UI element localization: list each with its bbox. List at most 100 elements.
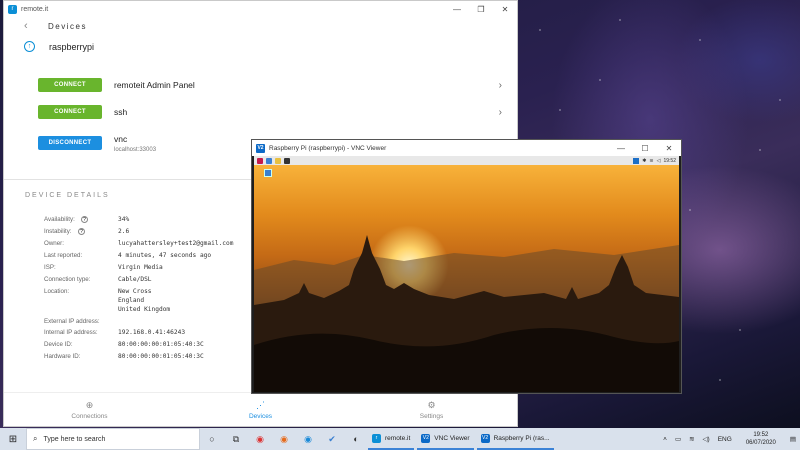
taskbar-app-raspberry-pi[interactable]: V2 Raspberry Pi (ras...: [476, 428, 554, 450]
vnc-tray-icon[interactable]: [633, 157, 640, 164]
nav-label: Connections: [71, 412, 108, 420]
device-header: ↑ raspberrypi: [24, 41, 94, 52]
plus-circle-icon: ⊕: [85, 399, 94, 410]
help-icon[interactable]: ?: [81, 216, 88, 223]
wifi-icon[interactable]: ≋: [689, 435, 694, 443]
detail-external-ip: External IP address:: [44, 318, 118, 325]
bluetooth-icon[interactable]: ✱: [642, 158, 646, 164]
volume-icon[interactable]: ◁): [703, 435, 710, 443]
chevron-up-icon[interactable]: ˄: [663, 436, 667, 443]
windows-start-button[interactable]: ⊞: [0, 428, 26, 450]
chevron-right-icon[interactable]: ›: [499, 80, 502, 91]
folder-icon[interactable]: [275, 157, 281, 164]
detail-value: 2.6: [118, 228, 130, 235]
detail-location-2: England: [44, 297, 144, 304]
detail-internal-ip: Internal IP address: 192.168.0.41:46243: [44, 329, 185, 336]
task-view-icon[interactable]: ⧉: [224, 428, 248, 450]
detail-label: ISP:: [44, 264, 56, 271]
cortana-icon[interactable]: ○: [200, 428, 224, 450]
detail-label: Internal IP address:: [44, 329, 98, 336]
service-row-admin-panel[interactable]: CONNECT remoteit Admin Panel ›: [38, 72, 502, 98]
detail-connection-type: Connection type: Cable/DSL: [44, 276, 152, 283]
detail-location-3: United Kingdom: [44, 306, 170, 313]
notifications-icon[interactable]: ▤: [790, 435, 796, 443]
maximize-button[interactable]: ❐: [469, 1, 493, 17]
close-button[interactable]: ✕: [493, 1, 517, 17]
gear-icon: ⚙: [427, 399, 436, 410]
connect-button[interactable]: CONNECT: [38, 78, 102, 92]
nav-label: Devices: [248, 412, 273, 420]
device-power-icon: ↑: [24, 41, 35, 52]
nav-row: ‹ Devices: [24, 20, 87, 32]
chrome-icon[interactable]: ◉: [248, 428, 272, 450]
service-address: localhost:33003: [114, 147, 157, 153]
system-tray: ˄ ▭ ≋ ◁) ENG 19:52 06/07/2020 ▤: [659, 428, 800, 450]
remoteit-app-icon: r: [372, 433, 381, 443]
maximize-button[interactable]: ☐: [633, 140, 657, 156]
vnc-app-icon: V2: [421, 433, 431, 443]
service-label: remoteit Admin Panel: [114, 80, 195, 90]
detail-value: lucyahattersley+test2@gmail.com: [118, 240, 234, 247]
raspberry-pi-panel: ✱ ≋ ◁ 19:52: [254, 156, 679, 165]
network-icon[interactable]: ▭: [675, 435, 681, 443]
detail-device-id: Device ID: 80:00:00:00:01:05:40:3C: [44, 341, 204, 348]
help-icon[interactable]: ?: [78, 228, 85, 235]
disconnect-button[interactable]: DISCONNECT: [38, 136, 102, 150]
detail-location: Location: New Cross: [44, 288, 152, 295]
temple-silhouette: [254, 235, 679, 392]
app-icon[interactable]: ◐: [344, 428, 368, 450]
vnc-title: Raspberry Pi (raspberrypi) - VNC Viewer: [269, 144, 387, 152]
detail-value: Virgin Media: [118, 264, 163, 271]
network-icon: ⋰: [256, 399, 265, 410]
detail-value: New Cross: [118, 288, 152, 295]
pi-tray: ✱ ≋ ◁ 19:52: [633, 157, 676, 164]
language-indicator[interactable]: ENG: [718, 436, 732, 443]
taskbar-app-remoteit[interactable]: r remote.it: [368, 428, 415, 450]
detail-hardware-id: Hardware ID: 80:00:00:00:01:05:40:3C: [44, 353, 204, 360]
windows-taskbar: ⊞ ⌕ Type here to search ○ ⧉ ◉ ◉ ◉ ✔ ◐ r …: [0, 428, 800, 450]
close-button[interactable]: ✕: [657, 140, 681, 156]
nav-devices[interactable]: ⋰ Devices: [175, 393, 346, 426]
pin-icon[interactable]: ✔: [320, 428, 344, 450]
detail-value: 4 minutes, 47 seconds ago: [118, 252, 212, 259]
firefox-icon[interactable]: ◉: [272, 428, 296, 450]
clock-date: 06/07/2020: [745, 440, 776, 446]
detail-owner: Owner: lucyahattersley+test2@gmail.com: [44, 240, 233, 247]
search-icon: ⌕: [33, 434, 38, 443]
detail-value: 80:00:00:00:01:05:40:3C: [118, 353, 204, 360]
chevron-right-icon[interactable]: ›: [499, 107, 502, 118]
volume-icon[interactable]: ◁: [657, 158, 661, 164]
back-arrow-icon[interactable]: ‹: [24, 20, 36, 32]
raspberry-menu-icon[interactable]: [257, 157, 263, 164]
minimize-button[interactable]: —: [609, 140, 633, 156]
detail-value: England: [118, 297, 145, 304]
nav-title: Devices: [48, 21, 87, 31]
service-row-ssh[interactable]: CONNECT ssh ›: [38, 99, 502, 125]
service-label: ssh: [114, 107, 128, 117]
app-title: remote.it: [21, 5, 49, 13]
remote-desktop-view[interactable]: [254, 165, 679, 392]
edge-icon[interactable]: ◉: [296, 428, 320, 450]
remoteit-logo-icon: r: [8, 4, 17, 14]
detail-label: Device ID:: [44, 341, 73, 348]
connect-button[interactable]: CONNECT: [38, 105, 102, 119]
service-label: vnc: [114, 134, 128, 144]
nav-connections[interactable]: ⊕ Connections: [4, 393, 175, 426]
detail-label: External IP address:: [44, 318, 100, 325]
detail-value: Cable/DSL: [118, 276, 152, 283]
nav-settings[interactable]: ⚙ Settings: [346, 393, 517, 426]
app-titlebar[interactable]: r remote.it: [4, 1, 517, 17]
browser-icon[interactable]: [266, 157, 272, 164]
vnc-window-controls: — ☐ ✕: [609, 140, 681, 156]
minimize-button[interactable]: —: [445, 1, 469, 17]
taskbar-search[interactable]: ⌕ Type here to search: [26, 428, 200, 450]
wifi-icon[interactable]: ≋: [649, 158, 653, 164]
pi-clock: 19:52: [663, 157, 676, 164]
taskbar-clock[interactable]: 19:52 06/07/2020: [742, 431, 780, 447]
taskbar-app-label: Raspberry Pi (ras...: [493, 434, 550, 442]
detail-value: United Kingdom: [118, 306, 171, 313]
taskbar-app-label: VNC Viewer: [434, 434, 470, 442]
terminal-icon[interactable]: [284, 157, 290, 164]
detail-value: 34%: [118, 216, 130, 223]
taskbar-app-vnc-viewer[interactable]: V2 VNC Viewer: [417, 428, 474, 450]
